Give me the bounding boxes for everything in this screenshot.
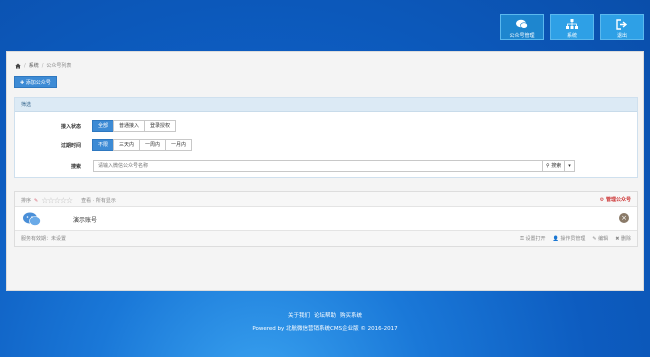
expire-option-any[interactable]: 不限 xyxy=(92,139,115,151)
sort-label: 排序 xyxy=(21,198,32,204)
action-operators[interactable]: 👤 操作员管理 xyxy=(553,235,586,242)
nav-official-accounts[interactable]: 公众号管理 xyxy=(500,14,544,40)
star-rating[interactable]: ☆☆☆☆☆ xyxy=(41,196,73,205)
access-status-group: 全部 普通接入 登录授权 xyxy=(92,120,177,132)
breadcrumb-separator: / xyxy=(41,62,44,69)
service-validity: 服务有效期：未设置 xyxy=(21,236,67,242)
nav-system[interactable]: 系统 xyxy=(550,14,594,40)
list-item[interactable]: 演示账号 × xyxy=(15,207,637,231)
key-icon: ⚿ xyxy=(520,236,524,242)
filter-panel: 筛选 接入状态 全部 普通接入 登录授权 过期时间 不限 三天内 一周内 一月内… xyxy=(14,97,638,178)
list-header: 排序 ✎ ☆☆☆☆☆ 查看 · 所有显示 ⚙ 管理公众号 xyxy=(15,192,637,207)
expire-option-week[interactable]: 一周内 xyxy=(139,139,167,151)
nav-label: 退出 xyxy=(616,33,627,39)
search-row: 搜索 ⚲ 搜索 ▾ xyxy=(15,160,575,172)
access-status-row: 接入状态 全部 普通接入 登录授权 xyxy=(15,120,177,132)
nav-label: 系统 xyxy=(566,33,577,39)
action-edit[interactable]: ✎ 编辑 xyxy=(592,235,608,242)
sign-out-icon xyxy=(616,19,628,30)
main-panel: / 系统 / 公众号列表 ✚ 添加公众号 筛选 接入状态 全部 普通接入 登录授… xyxy=(6,51,644,291)
search-button[interactable]: ⚲ 搜索 xyxy=(543,160,566,172)
access-option-all[interactable]: 全部 xyxy=(92,120,115,132)
manage-accounts-label: 管理公众号 xyxy=(605,197,631,203)
access-option-normal[interactable]: 普通接入 xyxy=(113,120,146,132)
home-icon[interactable] xyxy=(15,63,21,69)
account-list: 排序 ✎ ☆☆☆☆☆ 查看 · 所有显示 ⚙ 管理公众号 演示账号 × 服务有效… xyxy=(14,191,638,247)
plus-icon: ✚ xyxy=(20,80,25,86)
gear-icon: ⚙ xyxy=(599,197,605,203)
account-name[interactable]: 演示账号 xyxy=(73,215,97,224)
eraser-icon[interactable]: ✎ xyxy=(34,198,38,204)
breadcrumb-system[interactable]: 系统 xyxy=(29,62,39,69)
add-account-button[interactable]: ✚ 添加公众号 xyxy=(14,76,57,88)
search-button-label: 搜索 xyxy=(551,163,562,169)
action-delete[interactable]: ✖ 删除 xyxy=(615,235,631,242)
action-label: 操作员管理 xyxy=(560,236,586,242)
expire-time-group: 不限 三天内 一周内 一月内 xyxy=(92,139,193,151)
filter-title: 筛选 xyxy=(15,98,637,112)
search-label: 搜索 xyxy=(70,163,81,170)
breadcrumb: / 系统 / 公众号列表 xyxy=(15,62,71,69)
expire-option-3days[interactable]: 三天内 xyxy=(113,139,141,151)
chat-bubbles-icon xyxy=(516,19,528,29)
action-settings[interactable]: ⚿ 设置打开 xyxy=(520,235,545,242)
footer-link-buy[interactable]: 购买系统 xyxy=(340,311,362,319)
nav-logout[interactable]: 退出 xyxy=(600,14,644,40)
footer-link-forum[interactable]: 论坛帮助 xyxy=(314,311,336,319)
copyright: Powered by 北航微信营销系统CMS企业版 © 2016-2017 xyxy=(252,326,398,332)
access-option-oauth[interactable]: 登录授权 xyxy=(144,120,177,132)
expire-time-row: 过期时间 不限 三天内 一周内 一月内 xyxy=(15,139,193,151)
breadcrumb-separator: / xyxy=(24,62,26,69)
list-item-footer: 服务有效期：未设置 ⚿ 设置打开 👤 操作员管理 ✎ 编辑 ✖ 删除 xyxy=(15,231,637,246)
expire-option-month[interactable]: 一月内 xyxy=(165,139,193,151)
search-dropdown-button[interactable]: ▾ xyxy=(565,160,575,172)
search-input[interactable] xyxy=(93,160,543,172)
caret-down-icon: ▾ xyxy=(568,163,571,169)
action-label: 编辑 xyxy=(598,236,609,242)
item-actions: ⚿ 设置打开 👤 操作员管理 ✎ 编辑 ✖ 删除 xyxy=(520,235,631,242)
view-filter[interactable]: 查看 · 所有显示 xyxy=(81,197,116,204)
footer-link-about[interactable]: 关于我们 xyxy=(288,311,310,319)
search-box: ⚲ 搜索 ▾ xyxy=(93,160,575,172)
close-icon: ✖ xyxy=(615,236,620,242)
remove-icon[interactable]: × xyxy=(619,213,629,223)
wechat-icon xyxy=(23,212,41,226)
add-account-label: 添加公众号 xyxy=(25,80,51,86)
action-label: 设置打开 xyxy=(525,236,546,242)
sitemap-icon xyxy=(566,19,578,29)
action-label: 删除 xyxy=(620,236,631,242)
breadcrumb-current: 公众号列表 xyxy=(46,63,72,69)
users-icon: 👤 xyxy=(552,236,559,242)
search-icon: ⚲ xyxy=(546,163,550,169)
expire-time-label: 过期时间 xyxy=(60,142,81,149)
manage-accounts-link[interactable]: ⚙ 管理公众号 xyxy=(600,196,631,203)
top-nav: 公众号管理 系统 退出 xyxy=(500,14,644,40)
nav-label: 公众号管理 xyxy=(509,33,535,39)
edit-icon: ✎ xyxy=(592,236,597,242)
footer-links: 关于我们 论坛帮助 购买系统 xyxy=(0,311,650,319)
access-status-label: 接入状态 xyxy=(60,123,81,130)
sort-controls: 排序 ✎ ☆☆☆☆☆ 查看 · 所有显示 xyxy=(21,196,116,205)
